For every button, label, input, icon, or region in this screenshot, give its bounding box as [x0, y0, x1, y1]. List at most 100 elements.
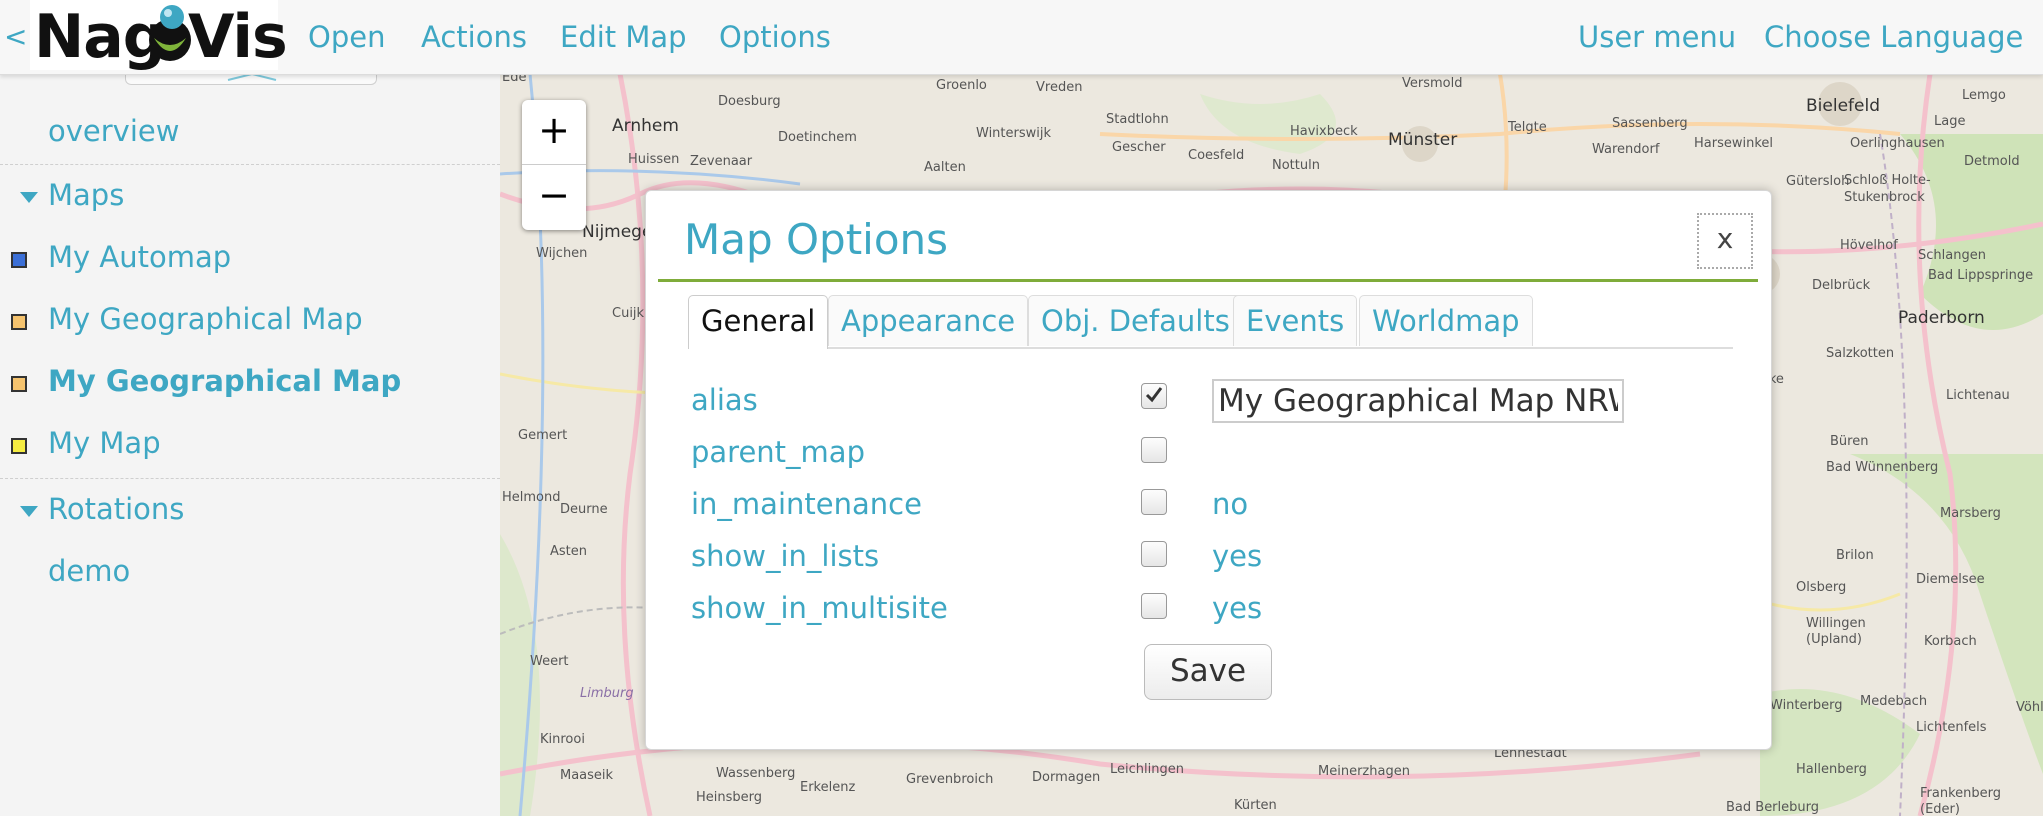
- sidebar-group-rotations[interactable]: Rotations: [20, 492, 184, 526]
- map-place-label: Zevenaar: [690, 154, 753, 169]
- logo-globe-icon: [149, 5, 191, 61]
- map-place-label: Ede: [502, 74, 527, 85]
- zoom-control: + −: [522, 100, 586, 230]
- map-place-label: Hallenberg: [1796, 762, 1867, 777]
- menu-options[interactable]: Options: [719, 20, 831, 54]
- map-status-icon: [11, 252, 27, 268]
- save-button[interactable]: Save: [1144, 644, 1272, 700]
- menu-open[interactable]: Open: [308, 20, 385, 54]
- dialog-title: Map Options: [684, 215, 949, 264]
- map-place-label: Wijchen: [536, 246, 588, 261]
- map-place-label: Huissen: [628, 152, 680, 167]
- menu-actions[interactable]: Actions: [421, 20, 527, 54]
- map-place-label: Lichtenau: [1946, 388, 2010, 403]
- map-place-label: Harsewinkel: [1694, 136, 1774, 151]
- caret-down-icon: [20, 505, 38, 517]
- map-place-label: Coesfeld: [1188, 148, 1245, 163]
- show-in-multisite-checkbox[interactable]: [1141, 593, 1167, 619]
- sidebar-item-demo[interactable]: demo: [48, 554, 130, 588]
- map-place-label: Heinsberg: [696, 790, 763, 805]
- caret-down-icon: [20, 191, 38, 203]
- map-place-label: Erkelenz: [800, 780, 856, 795]
- sidebar-group-maps[interactable]: Maps: [20, 178, 124, 212]
- zoom-in-button[interactable]: +: [522, 100, 586, 165]
- sidebar-item-my-automap[interactable]: My Automap: [48, 240, 231, 274]
- map-place-label: Lichtenfels: [1916, 720, 1987, 735]
- map-status-icon: [11, 376, 27, 392]
- option-label-show-in-lists: show_in_lists: [691, 539, 880, 573]
- map-place-label: Bielefeld: [1806, 96, 1880, 116]
- sidebar-group-label: Rotations: [48, 492, 185, 526]
- option-label-alias: alias: [691, 383, 758, 417]
- sidebar-divider: [0, 478, 500, 479]
- map-place-label: Bad Lippspringe: [1928, 268, 2034, 283]
- option-value-in-maintenance: no: [1212, 487, 1249, 521]
- map-place-label: Büren: [1830, 434, 1869, 449]
- map-place-label: Warendorf: [1592, 142, 1660, 157]
- tab-general[interactable]: General: [688, 295, 829, 349]
- map-place-label: Weert: [530, 654, 569, 669]
- checkmark-icon: [1145, 387, 1163, 403]
- map-place-label: Groenlo: [936, 78, 987, 93]
- map-place-label: Grevenbroich: [906, 772, 994, 787]
- close-button[interactable]: x: [1697, 213, 1753, 269]
- map-place-label: Delbrück: [1812, 278, 1871, 293]
- sidebar-item-my-geographical-map-active[interactable]: My Geographical Map: [48, 364, 401, 398]
- sidebar: overview Maps My Automap My Geographical…: [0, 70, 501, 816]
- map-place-label: Sassenberg: [1612, 116, 1688, 131]
- map-place-label: Frankenberg (Eder): [1920, 786, 2002, 816]
- map-place-label: Wassenberg: [716, 766, 796, 781]
- map-place-label: Arnhem: [612, 116, 679, 136]
- title-divider: [658, 279, 1758, 282]
- sidebar-item-overview[interactable]: overview: [48, 114, 179, 148]
- show-in-lists-checkbox[interactable]: [1141, 541, 1167, 567]
- map-options-dialog: Map Options x General Appearance Obj. De…: [645, 190, 1772, 750]
- map-place-label: Doesburg: [718, 94, 781, 109]
- map-place-label: Helmond: [502, 490, 561, 505]
- sidebar-item-my-map[interactable]: My Map: [48, 426, 161, 460]
- in-maintenance-checkbox[interactable]: [1141, 489, 1167, 515]
- map-place-label: Medebach: [1860, 694, 1928, 709]
- map-place-label: Leichlingen: [1110, 762, 1184, 777]
- option-value-show-in-multisite: yes: [1212, 591, 1263, 625]
- map-place-label: Nottuln: [1272, 158, 1320, 173]
- map-place-label: Maaseik: [560, 768, 614, 783]
- map-place-label: Gescher: [1112, 140, 1166, 155]
- map-place-label: Detmold: [1964, 154, 2020, 169]
- map-place-label: Olsberg: [1796, 580, 1847, 595]
- tab-events[interactable]: Events: [1233, 295, 1358, 346]
- map-place-label: Brilon: [1836, 548, 1874, 563]
- tab-appearance[interactable]: Appearance: [828, 295, 1029, 346]
- alias-checkbox[interactable]: [1141, 383, 1167, 409]
- logo-text-right: Vis: [188, 2, 288, 72]
- map-place-label: Gütersloh: [1786, 174, 1850, 189]
- map-place-label: Winterberg: [1770, 698, 1843, 713]
- map-place-label: Gemert: [518, 428, 568, 443]
- map-place-label: Paderborn: [1898, 308, 1985, 328]
- map-place-label: Asten: [550, 544, 588, 559]
- menu-edit-map[interactable]: Edit Map: [560, 20, 687, 54]
- map-place-label: Hövelhof: [1840, 238, 1898, 253]
- map-place-label: Dormagen: [1032, 770, 1101, 785]
- option-label-parent-map: parent_map: [691, 435, 865, 469]
- nagvis-logo[interactable]: Nag Vis: [30, 0, 288, 72]
- map-place-label: Bad Berleburg: [1726, 800, 1819, 815]
- menu-user-menu[interactable]: User menu: [1578, 20, 1736, 54]
- menu-choose-language[interactable]: Choose Language: [1764, 20, 2023, 54]
- sidebar-item-my-geographical-map[interactable]: My Geographical Map: [48, 302, 363, 336]
- top-navbar: < Nag Vis Open Actions Edit Map Options …: [0, 0, 2043, 75]
- map-place-label: Korbach: [1924, 634, 1977, 649]
- map-place-label: Schloß Holte-Stukenbrock: [1844, 173, 1931, 205]
- map-place-label: Kinrooi: [540, 732, 585, 747]
- map-place-label: Havixbeck: [1290, 124, 1358, 139]
- zoom-out-button[interactable]: −: [522, 165, 586, 229]
- map-place-label: Stadtlohn: [1106, 112, 1169, 127]
- back-link[interactable]: <: [4, 20, 27, 53]
- tab-worldmap[interactable]: Worldmap: [1359, 295, 1533, 346]
- parent-map-checkbox[interactable]: [1141, 437, 1167, 463]
- map-status-icon: [11, 438, 27, 454]
- alias-input[interactable]: [1212, 379, 1624, 423]
- map-place-label: Limburg: [580, 686, 634, 701]
- map-place-label: Winterswijk: [976, 126, 1052, 141]
- tab-obj-defaults[interactable]: Obj. Defaults: [1028, 295, 1243, 346]
